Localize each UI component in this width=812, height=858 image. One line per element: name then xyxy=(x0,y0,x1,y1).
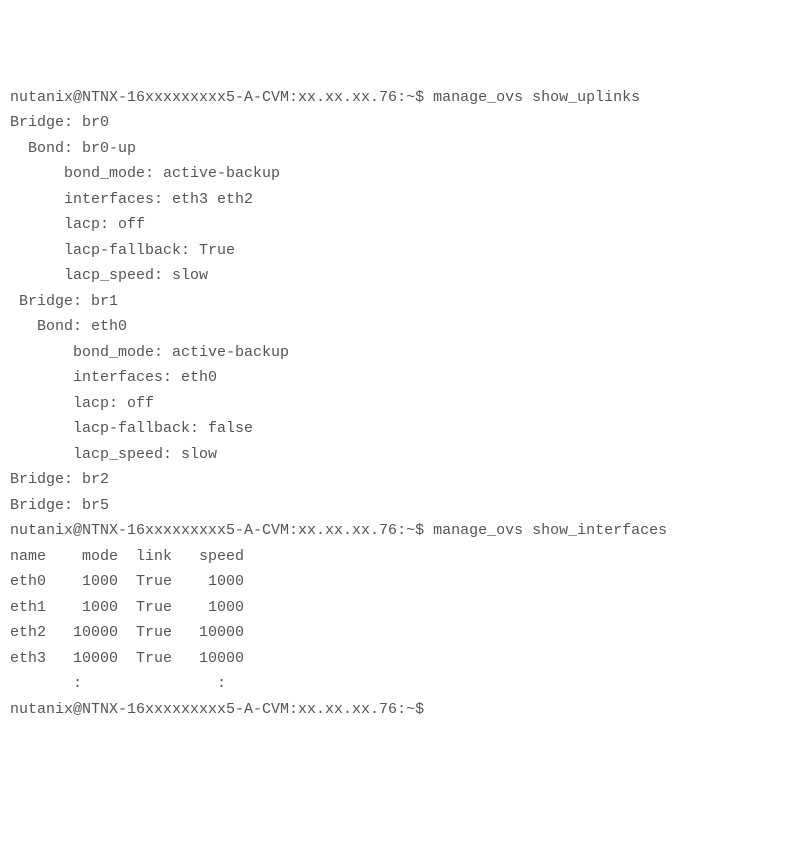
terminal-line: bond_mode: active-backup xyxy=(10,161,802,187)
terminal-line: lacp_speed: slow xyxy=(10,263,802,289)
terminal-line: lacp: off xyxy=(10,212,802,238)
terminal-line: nutanix@NTNX-16xxxxxxxxx5-A-CVM:xx.xx.xx… xyxy=(10,518,802,544)
terminal-line: Bridge: br5 xyxy=(10,493,802,519)
terminal-line: interfaces: eth0 xyxy=(10,365,802,391)
terminal-line: interfaces: eth3 eth2 xyxy=(10,187,802,213)
terminal-line: Bridge: br1 xyxy=(10,289,802,315)
terminal-line: Bridge: br2 xyxy=(10,467,802,493)
terminal-line: nutanix@NTNX-16xxxxxxxxx5-A-CVM:xx.xx.xx… xyxy=(10,85,802,111)
terminal-line: lacp: off xyxy=(10,391,802,417)
terminal-line: eth1 1000 True 1000 xyxy=(10,595,802,621)
terminal-line: : : xyxy=(10,671,802,697)
terminal-line: Bond: eth0 xyxy=(10,314,802,340)
terminal-line: Bridge: br0 xyxy=(10,110,802,136)
terminal-line: eth0 1000 True 1000 xyxy=(10,569,802,595)
terminal-line: Bond: br0-up xyxy=(10,136,802,162)
terminal-line: name mode link speed xyxy=(10,544,802,570)
terminal-line: nutanix@NTNX-16xxxxxxxxx5-A-CVM:xx.xx.xx… xyxy=(10,697,802,723)
terminal-line: bond_mode: active-backup xyxy=(10,340,802,366)
terminal-line: eth3 10000 True 10000 xyxy=(10,646,802,672)
terminal-line: eth2 10000 True 10000 xyxy=(10,620,802,646)
terminal-line: lacp_speed: slow xyxy=(10,442,802,468)
terminal-line: lacp-fallback: false xyxy=(10,416,802,442)
terminal-output: nutanix@NTNX-16xxxxxxxxx5-A-CVM:xx.xx.xx… xyxy=(10,85,802,723)
terminal-line: lacp-fallback: True xyxy=(10,238,802,264)
